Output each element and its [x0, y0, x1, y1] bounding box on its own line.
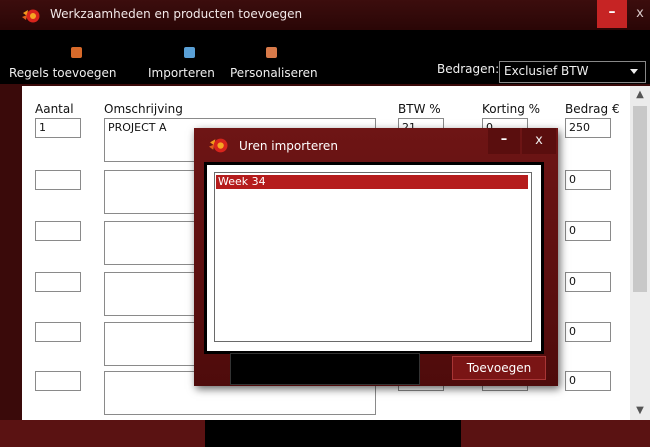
scroll-down-icon[interactable]: ▼: [630, 402, 650, 420]
dialog-input-field[interactable]: [230, 353, 420, 385]
amount-field[interactable]: 0: [565, 221, 611, 241]
header-discount: Korting %: [482, 102, 541, 116]
wallet-icon: [71, 47, 82, 58]
minimize-button[interactable]: –: [597, 0, 627, 28]
header-vat: BTW %: [398, 102, 441, 116]
scroll-thumb[interactable]: [633, 106, 647, 292]
footer-total: [205, 420, 461, 447]
app-logo-icon: [209, 138, 228, 153]
close-button[interactable]: x: [630, 0, 650, 28]
toolbar: Regels toevoegen Importeren Personaliser…: [0, 30, 650, 84]
personalize-icon: [266, 47, 277, 58]
scroll-up-icon[interactable]: ▲: [630, 86, 650, 104]
quantity-field[interactable]: [35, 272, 81, 292]
chevron-down-icon[interactable]: [630, 69, 638, 74]
dialog-minimize-button[interactable]: –: [488, 128, 520, 154]
footer-left: [0, 420, 205, 447]
toolbar-import-button[interactable]: Importeren: [148, 66, 215, 80]
quantity-field[interactable]: [35, 170, 81, 190]
amount-field[interactable]: 0: [565, 322, 611, 342]
amount-field[interactable]: 0: [565, 371, 611, 391]
weeks-list[interactable]: [214, 172, 532, 342]
window-title: Werkzaamheden en producten toevoegen: [50, 7, 303, 21]
header-quantity: Aantal: [35, 102, 74, 116]
dialog-close-button[interactable]: x: [522, 128, 556, 154]
header-amount: Bedrag €: [565, 102, 620, 116]
quantity-field[interactable]: [35, 221, 81, 241]
amounts-select[interactable]: Exclusief BTW: [499, 61, 646, 83]
toolbar-add-rows-button[interactable]: Regels toevoegen: [9, 66, 116, 80]
import-document-icon: [184, 47, 195, 58]
amounts-label: Bedragen:: [437, 62, 500, 76]
app-logo-icon: [22, 9, 40, 23]
quantity-field[interactable]: [35, 371, 81, 391]
amount-field[interactable]: 0: [565, 170, 611, 190]
amount-field[interactable]: 250: [565, 118, 611, 138]
quantity-field[interactable]: [35, 322, 81, 342]
add-button[interactable]: Toevoegen: [452, 356, 546, 380]
footer-right: [461, 420, 650, 447]
amount-field[interactable]: 0: [565, 272, 611, 292]
toolbar-personalize-button[interactable]: Personaliseren: [230, 66, 318, 80]
dialog-title: Uren importeren: [239, 139, 338, 153]
header-description: Omschrijving: [104, 102, 183, 116]
list-item[interactable]: Week 34: [216, 175, 528, 189]
quantity-field[interactable]: 1: [35, 118, 81, 138]
